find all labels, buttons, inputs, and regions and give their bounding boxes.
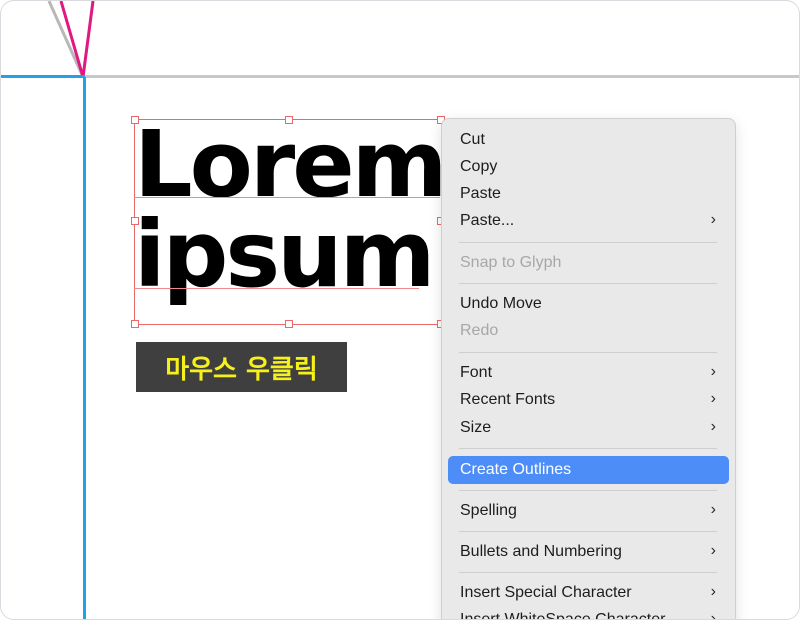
- menu-item-label: Recent Fonts: [460, 391, 556, 408]
- context-menu[interactable]: Cut Copy Paste Paste... › Snap to Glyph U…: [441, 118, 736, 620]
- menu-item-label: Snap to Glyph: [460, 254, 562, 271]
- menu-item-label: Create Outlines: [460, 461, 572, 478]
- menu-item-label: Paste: [460, 185, 501, 202]
- crop-mark-icon: [47, 1, 95, 78]
- horizontal-guide[interactable]: [1, 75, 799, 78]
- chevron-right-icon: ›: [710, 583, 716, 600]
- chevron-right-icon: ›: [710, 390, 716, 407]
- margin-guide-vertical[interactable]: [83, 77, 86, 619]
- menu-item-label: Insert Special Character: [460, 584, 632, 601]
- menu-item-label: Bullets and Numbering: [460, 543, 622, 560]
- text-baseline-2: [134, 288, 419, 289]
- menu-item-label: Cut: [460, 131, 485, 148]
- menu-separator: [459, 352, 717, 353]
- chevron-right-icon: ›: [710, 542, 716, 559]
- menu-separator: [459, 283, 717, 284]
- menu-separator: [459, 531, 717, 532]
- menu-item-label: Size: [460, 419, 492, 436]
- chevron-right-icon: ›: [710, 501, 716, 518]
- chevron-right-icon: ›: [710, 418, 716, 435]
- menu-item-copy[interactable]: Copy: [448, 154, 728, 180]
- text-baseline-1: [134, 197, 440, 198]
- menu-item-bullets-and-numbering[interactable]: Bullets and Numbering ›: [448, 539, 728, 565]
- chevron-right-icon: ›: [710, 610, 716, 620]
- selection-handle-bottom-left[interactable]: [131, 320, 139, 328]
- menu-item-font[interactable]: Font ›: [448, 360, 728, 386]
- menu-item-spelling[interactable]: Spelling ›: [448, 498, 728, 524]
- menu-item-insert-special-character[interactable]: Insert Special Character ›: [448, 580, 728, 606]
- menu-item-label: Font: [460, 364, 493, 381]
- menu-separator: [459, 490, 717, 491]
- menu-separator: [459, 448, 717, 449]
- menu-item-label: Insert WhiteSpace Character: [460, 611, 666, 620]
- menu-separator: [459, 572, 717, 573]
- menu-item-paste-special[interactable]: Paste... ›: [448, 208, 728, 234]
- chevron-right-icon: ›: [710, 363, 716, 380]
- chevron-right-icon: ›: [710, 211, 716, 228]
- menu-separator: [459, 242, 717, 243]
- menu-item-create-outlines[interactable]: Create Outlines: [448, 456, 729, 484]
- menu-item-label: Redo: [460, 322, 499, 339]
- menu-item-paste[interactable]: Paste: [448, 181, 728, 207]
- document-canvas[interactable]: Lorem ipsum 마우스 우클릭 Cut Copy Paste Paste…: [0, 0, 800, 620]
- menu-item-label: Paste...: [460, 212, 515, 229]
- menu-item-label: Spelling: [460, 502, 517, 519]
- menu-item-redo: Redo: [448, 318, 728, 344]
- menu-item-undo-move[interactable]: Undo Move: [448, 291, 728, 317]
- menu-item-cut[interactable]: Cut: [448, 127, 728, 153]
- menu-item-recent-fonts[interactable]: Recent Fonts ›: [448, 387, 728, 413]
- right-click-caption: 마우스 우클릭: [136, 342, 347, 392]
- menu-item-insert-whitespace-character[interactable]: Insert WhiteSpace Character ›: [448, 607, 728, 620]
- menu-item-size[interactable]: Size ›: [448, 415, 728, 441]
- menu-item-snap-to-glyph: Snap to Glyph: [448, 250, 728, 276]
- menu-item-label: Copy: [460, 158, 498, 175]
- selection-handle-bottom-center[interactable]: [285, 320, 293, 328]
- margin-guide-horizontal[interactable]: [1, 75, 85, 78]
- menu-item-label: Undo Move: [460, 295, 542, 312]
